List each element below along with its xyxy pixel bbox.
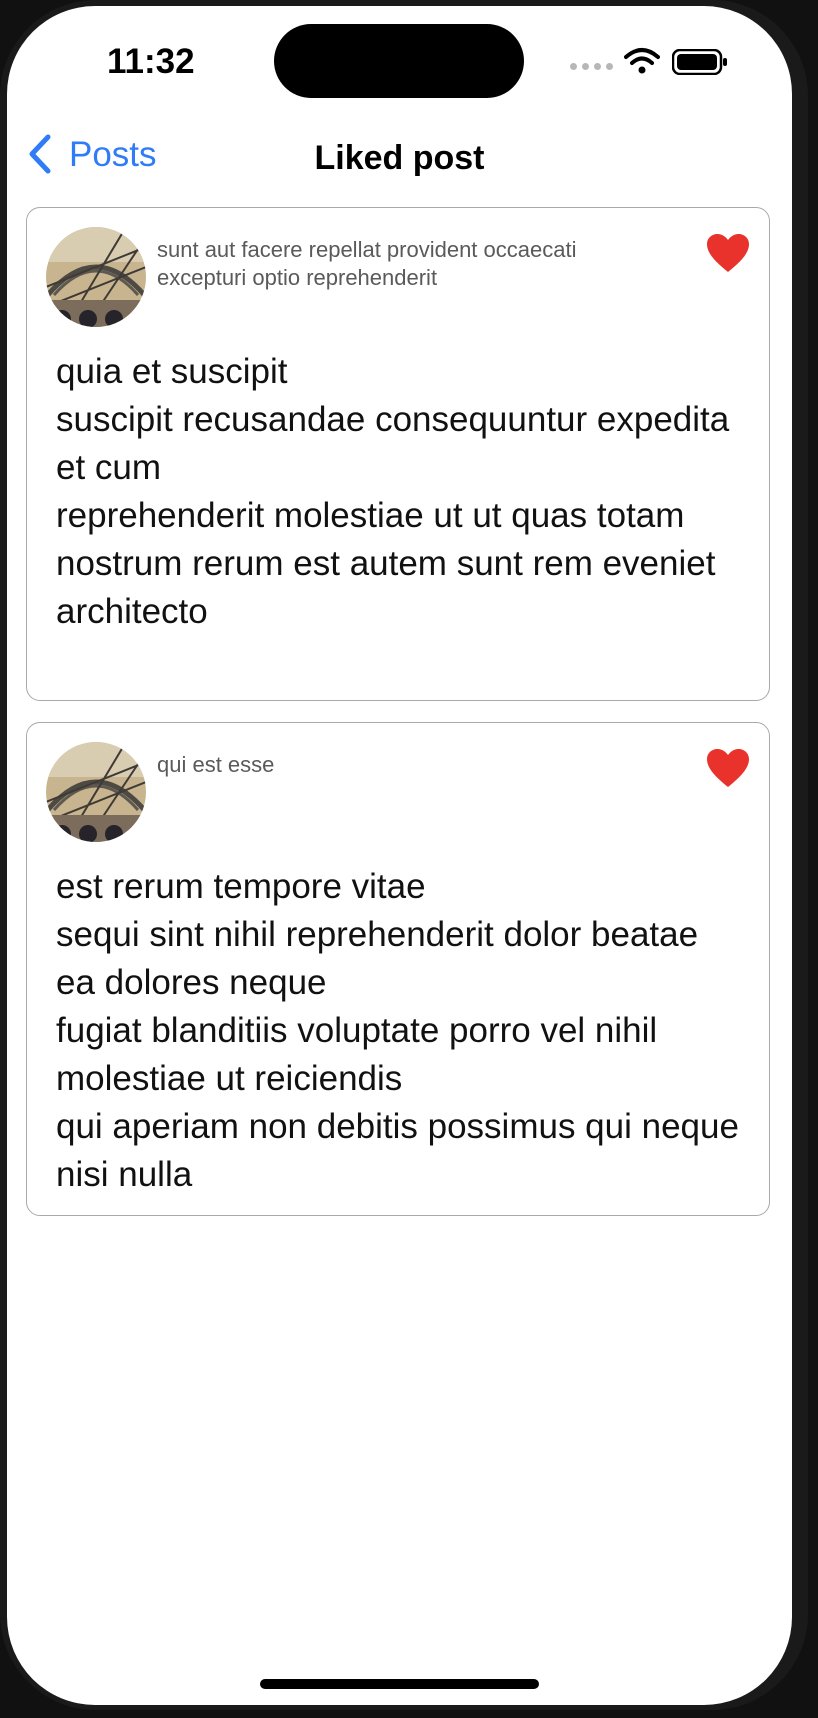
device-frame: 11:32 Posts Liked post sunt aut facere r… [0, 0, 818, 1718]
avatar [46, 227, 146, 327]
heart-icon[interactable] [705, 232, 751, 274]
status-time: 11:32 [107, 42, 195, 81]
app-screen: 11:32 Posts Liked post sunt aut facere r… [7, 6, 792, 1705]
page-title: Liked post [314, 139, 485, 177]
avatar [46, 742, 146, 842]
heart-icon[interactable] [705, 747, 751, 789]
device-bezel: 11:32 Posts Liked post sunt aut facere r… [0, 0, 808, 1710]
post-title: sunt aut facere repellat provident occae… [157, 237, 577, 290]
post-body: quia et suscipit suscipit recusandae con… [56, 352, 730, 631]
battery-icon [672, 49, 727, 75]
post-body: est rerum tempore vitae sequi sint nihil… [56, 867, 739, 1194]
home-indicator[interactable] [260, 1679, 539, 1689]
post-title: qui est esse [157, 752, 275, 777]
post-card: qui est esse est rerum tempore vitae seq… [26, 722, 770, 1216]
cellular-signal-icon [570, 63, 613, 70]
wifi-icon [624, 48, 660, 74]
dynamic-island [274, 24, 524, 98]
post-card: sunt aut facere repellat provident occae… [26, 207, 770, 701]
